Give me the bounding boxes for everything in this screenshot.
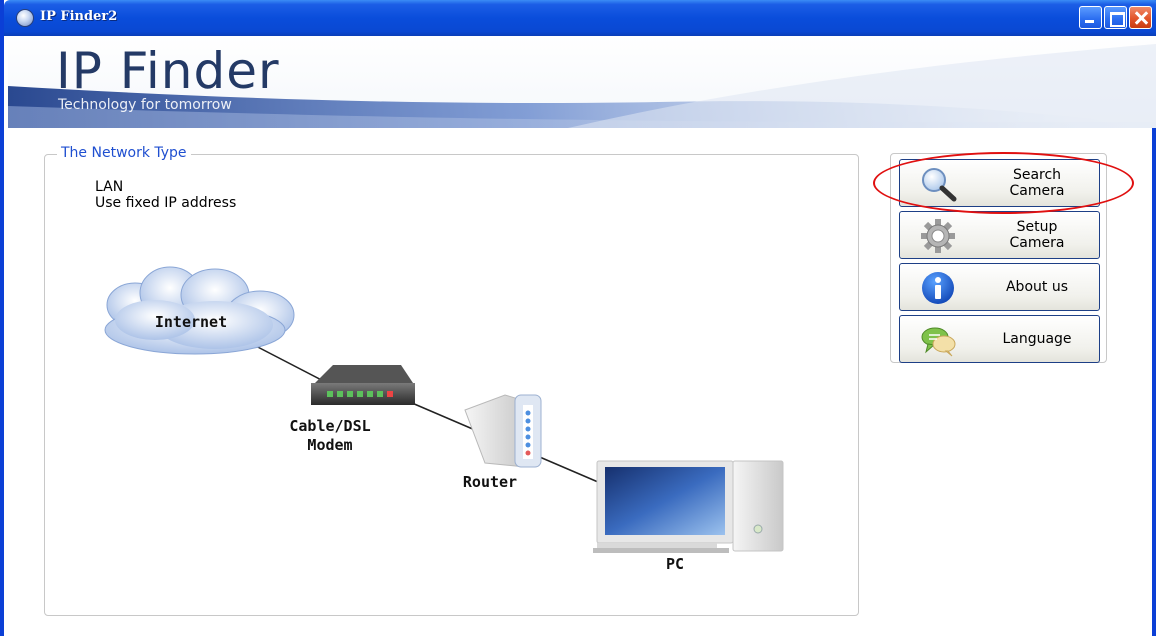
setup-camera-button[interactable]: Setup Camera: [899, 211, 1100, 259]
search-camera-button[interactable]: Search Camera: [899, 159, 1100, 207]
chat-bubbles-icon: [921, 327, 956, 357]
setup-camera-label: Setup Camera: [978, 212, 1096, 258]
setup-camera-line1: Setup: [1016, 219, 1058, 235]
link-modem-router: [404, 399, 476, 431]
setup-camera-line2: Camera: [1009, 235, 1065, 251]
modem-icon: [311, 365, 415, 405]
gear-icon: [921, 219, 955, 253]
search-camera-label: Search Camera: [978, 160, 1096, 206]
title-bar[interactable]: IP Finder2: [4, 0, 1156, 36]
about-us-button[interactable]: About us: [899, 263, 1100, 311]
pc-icon: [593, 460, 784, 553]
app-window: IP Finder2 IP Finder Technology for tomo…: [0, 0, 1156, 636]
info-icon: [922, 272, 954, 304]
language-label: Language: [1002, 331, 1072, 347]
magnifier-icon: [922, 168, 957, 202]
minimize-button[interactable]: [1079, 6, 1102, 29]
modem-label-line2: Modem: [307, 436, 353, 454]
brand-logo-text: IP Finder: [56, 42, 280, 100]
action-panel: Search Camera Setup Camera About us Lang…: [890, 153, 1107, 363]
network-diagram: [104, 266, 784, 553]
window-title: IP Finder2: [40, 9, 118, 24]
link-router-pc: [534, 454, 606, 486]
modem-label-line1: Cable/DSL: [289, 417, 371, 435]
search-camera-line1: Search: [1012, 167, 1062, 183]
router-icon: [464, 394, 542, 468]
language-button[interactable]: Language: [899, 315, 1100, 363]
brand-tagline: Technology for tomorrow: [58, 97, 232, 113]
app-globe-icon: [16, 9, 34, 27]
maximize-button[interactable]: [1104, 6, 1127, 29]
internet-cloud-icon: [104, 266, 295, 355]
internet-label: Internet: [154, 313, 228, 331]
network-type-group: The Network Type LAN Use fixed IP addres…: [44, 145, 859, 616]
header-banner: IP Finder Technology for tomorrow: [8, 36, 1156, 128]
router-label: Router: [462, 473, 518, 491]
about-us-label: About us: [1005, 279, 1068, 295]
search-camera-line2: Camera: [1009, 183, 1065, 199]
pc-label: PC: [665, 555, 685, 573]
close-button[interactable]: [1129, 6, 1152, 29]
